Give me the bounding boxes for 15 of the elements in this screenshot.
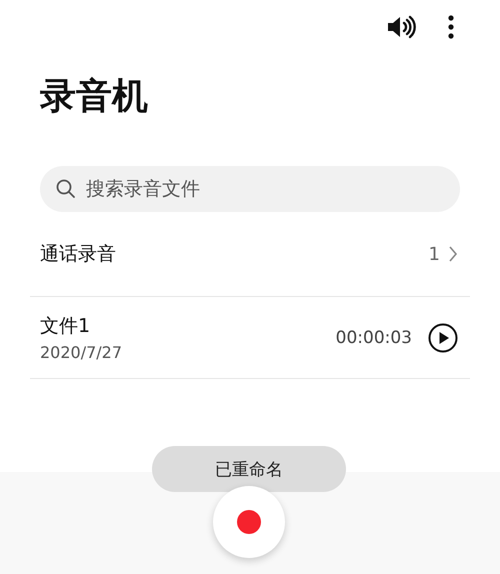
recording-duration: 00:00:03 [336,328,412,348]
page-title: 录音机 [40,75,149,119]
play-icon[interactable] [428,322,458,352]
record-button[interactable] [213,486,285,558]
recording-row[interactable]: 文件1 2020/7/27 00:00:03 [30,297,470,379]
folder-count: 1 [428,244,440,264]
folder-row[interactable]: 通话录音 1 [30,212,470,297]
speaker-icon[interactable] [386,15,418,39]
toast-message: 已重命名 [152,446,346,492]
recording-date: 2020/7/27 [40,343,122,362]
search-field[interactable]: 搜索录音文件 [40,166,460,212]
folder-name: 通话录音 [40,242,116,267]
more-options-icon[interactable] [448,15,454,39]
recording-name: 文件1 [40,314,92,339]
chevron-right-icon [448,245,458,263]
